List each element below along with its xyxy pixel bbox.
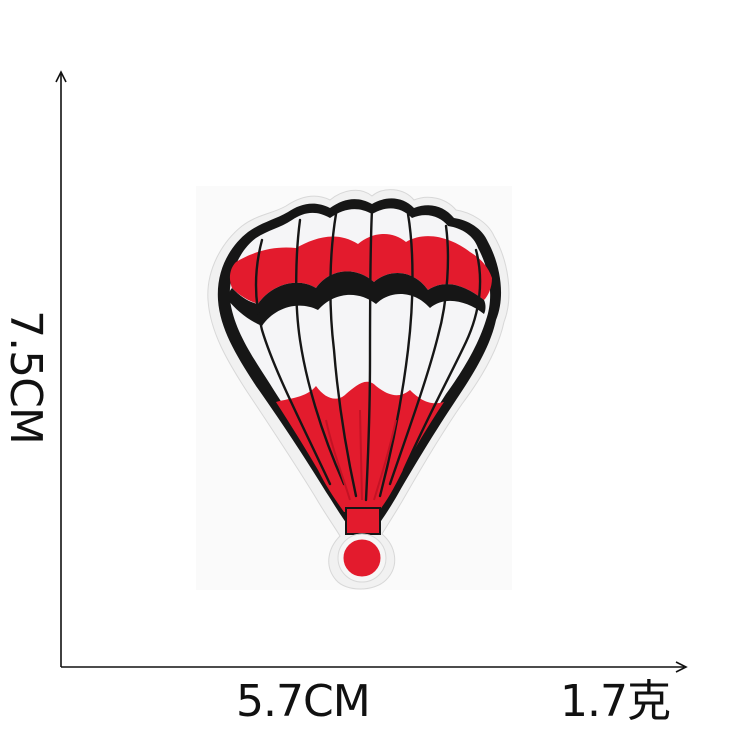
weight-label: 1.7克 [560, 676, 671, 727]
basket-circle [338, 534, 386, 582]
height-dimension-label: 7.5CM [0, 310, 51, 444]
basket-connector [345, 507, 381, 535]
width-dimension-label: 5.7CM [236, 676, 371, 727]
product-photo-canvas [55, 70, 688, 673]
